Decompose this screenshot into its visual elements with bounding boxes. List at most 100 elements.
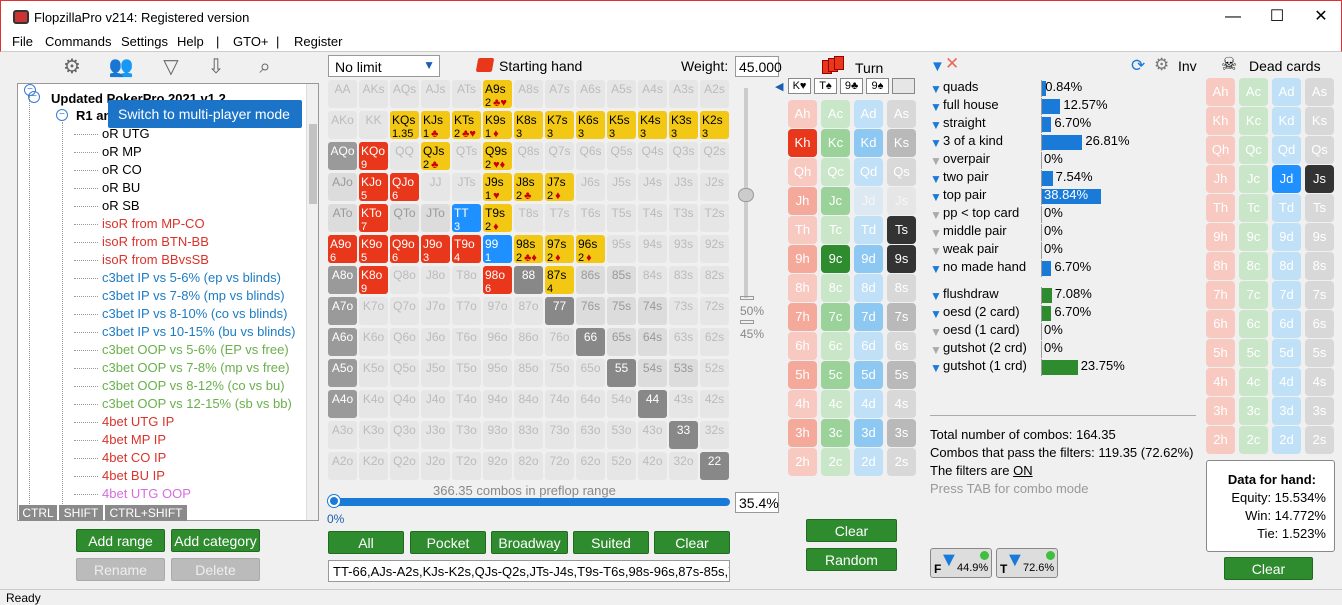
slider-thumb[interactable] (738, 188, 754, 202)
dead-card-5s[interactable]: 5s (1305, 339, 1334, 367)
hand-cell[interactable]: 96o (483, 328, 512, 356)
board-card-6c[interactable]: 6c (821, 332, 850, 360)
dead-card-Kc[interactable]: Kc (1239, 107, 1268, 135)
hand-cell[interactable]: K5s 3 (607, 111, 636, 139)
limit-select[interactable]: No limit ▼ (328, 55, 440, 77)
hand-cell[interactable]: T8s (514, 204, 543, 232)
menu-help[interactable]: Help (177, 34, 204, 49)
hand-cell[interactable]: J6o (421, 328, 450, 356)
hand-cell[interactable]: AJs (421, 80, 450, 108)
hand-cell[interactable]: 55 (607, 359, 636, 387)
hand-cell[interactable]: 43o (638, 421, 667, 449)
tree-item[interactable]: 4bet UTG OOP (102, 486, 191, 501)
filter-icon[interactable]: ▼ (930, 226, 942, 240)
dead-card-2d[interactable]: 2d (1272, 426, 1301, 454)
board-card-Ac[interactable]: Ac (821, 100, 850, 128)
hand-cell[interactable]: 74s (638, 297, 667, 325)
board-card-Kh[interactable]: Kh (788, 129, 817, 157)
hand-cell[interactable]: AKo (328, 111, 357, 139)
hand-matrix[interactable]: AA AKs AQs AJs ATs A9s 2 ♣♥ A8s A7s A6s A5s A4s A3s A2… (328, 80, 731, 483)
dead-card-7d[interactable]: 7d (1272, 281, 1301, 309)
hand-cell[interactable]: Q8o (390, 266, 419, 294)
board-card-Th[interactable]: Th (788, 216, 817, 244)
board-card-9s[interactable]: 9s (887, 245, 916, 273)
hand-cell[interactable]: A6o (328, 328, 357, 356)
hand-cell[interactable]: 83o (514, 421, 543, 449)
close-button[interactable]: ✕ (1311, 8, 1331, 26)
hand-cell[interactable]: 44 (638, 390, 667, 418)
tree-item[interactable]: c3bet OOP vs 7-8% (mp vs free) (102, 360, 290, 375)
add-category-button[interactable]: Add category (171, 529, 260, 552)
filter-row[interactable]: ▼overpair 0% (930, 151, 1200, 169)
hand-cell[interactable]: J7s 2 ♦ (545, 173, 574, 201)
filter-icon[interactable]: ▼ (930, 172, 942, 186)
hand-cell[interactable]: A5o (328, 359, 357, 387)
dead-card-6h[interactable]: 6h (1206, 310, 1235, 338)
dead-card-Td[interactable]: Td (1272, 194, 1301, 222)
hand-cell[interactable]: KJs 1 ♣ (421, 111, 450, 139)
hand-cell[interactable]: 52s (700, 359, 729, 387)
hand-cell[interactable]: 76s (576, 297, 605, 325)
tree-item[interactable]: oR UTG (102, 126, 150, 141)
filter-icon[interactable]: ▼ (930, 307, 942, 321)
dead-card-2s[interactable]: 2s (1305, 426, 1334, 454)
tree-item[interactable]: c3bet IP vs 7-8% (mp vs blinds) (102, 288, 285, 303)
hand-cell[interactable]: K8s 3 (514, 111, 543, 139)
hand-cell[interactable]: T7o (452, 297, 481, 325)
dead-cards-grid[interactable]: Ah Ac Ad As Kh Kc Kd Ks Qh Qc Qd Qs Jh Jc Jd Js Th Tc Td Ts… (1206, 78, 1336, 458)
board-card-Ah[interactable]: Ah (788, 100, 817, 128)
board-card-Qd[interactable]: Qd (854, 158, 883, 186)
board-card-9c[interactable]: 9c (821, 245, 850, 273)
hand-cell[interactable]: J2o (421, 452, 450, 480)
hand-cell[interactable]: 83s (669, 266, 698, 294)
hand-cell[interactable]: Q4o (390, 390, 419, 418)
hand-cell[interactable]: T3s (669, 204, 698, 232)
dead-card-8s[interactable]: 8s (1305, 252, 1334, 280)
board-card-3h[interactable]: 3h (788, 419, 817, 447)
hand-cell[interactable]: Q2s (700, 142, 729, 170)
hand-cell[interactable]: QQ (390, 142, 419, 170)
hand-cell[interactable]: 64o (576, 390, 605, 418)
board-card-8d[interactable]: 8d (854, 274, 883, 302)
hand-cell[interactable]: T2s (700, 204, 729, 232)
dead-card-5d[interactable]: 5d (1272, 339, 1301, 367)
hand-cell[interactable]: 73o (545, 421, 574, 449)
dead-card-3d[interactable]: 3d (1272, 397, 1301, 425)
hand-cell[interactable]: AQs (390, 80, 419, 108)
hand-cell[interactable]: 63s (669, 328, 698, 356)
board-card-2c[interactable]: 2c (821, 448, 850, 476)
hand-cell[interactable]: 96s 2 ♦ (576, 235, 605, 263)
hand-cell[interactable]: 98o 6 (483, 266, 512, 294)
hand-cell[interactable]: 88 (514, 266, 543, 294)
filter-row[interactable]: ▼top pair 38.84% (930, 187, 1200, 205)
hand-cell[interactable]: J7o (421, 297, 450, 325)
hand-cell[interactable]: 52o (607, 452, 636, 480)
dead-card-9s[interactable]: 9s (1305, 223, 1334, 251)
hand-cell[interactable]: 62o (576, 452, 605, 480)
hand-cell[interactable]: J9o 3 (421, 235, 450, 263)
hand-cell[interactable]: ATo (328, 204, 357, 232)
clear-filters-icon[interactable]: ✕ (945, 54, 959, 74)
dead-card-2h[interactable]: 2h (1206, 426, 1235, 454)
menu-register[interactable]: Register (294, 34, 342, 49)
hand-cell[interactable]: 33 (669, 421, 698, 449)
hand-cell[interactable]: T7s (545, 204, 574, 232)
hand-cell[interactable]: 42s (700, 390, 729, 418)
hand-cell[interactable]: 66 (576, 328, 605, 356)
hand-cell[interactable]: KQo 9 (359, 142, 388, 170)
hand-cell[interactable]: K4o (359, 390, 388, 418)
board-card-Tc[interactable]: Tc (821, 216, 850, 244)
filter-icon[interactable]: ▼ (930, 343, 942, 357)
dead-card-Jd[interactable]: Jd (1272, 165, 1301, 193)
dead-card-Ah[interactable]: Ah (1206, 78, 1235, 106)
dead-card-Jc[interactable]: Jc (1239, 165, 1268, 193)
shift-modifier[interactable]: SHIFT (59, 505, 103, 521)
filter-row[interactable]: ▼two pair 7.54% (930, 169, 1200, 187)
hand-cell[interactable]: J4o (421, 390, 450, 418)
filter-row[interactable]: ▼3 of a kind 26.81% (930, 133, 1200, 151)
board-card-8c[interactable]: 8c (821, 274, 850, 302)
delete-button[interactable]: Delete (171, 558, 260, 581)
filter-row[interactable]: ▼middle pair 0% (930, 223, 1200, 241)
board-card-Qs[interactable]: Qs (887, 158, 916, 186)
hand-cell[interactable]: AKs (359, 80, 388, 108)
